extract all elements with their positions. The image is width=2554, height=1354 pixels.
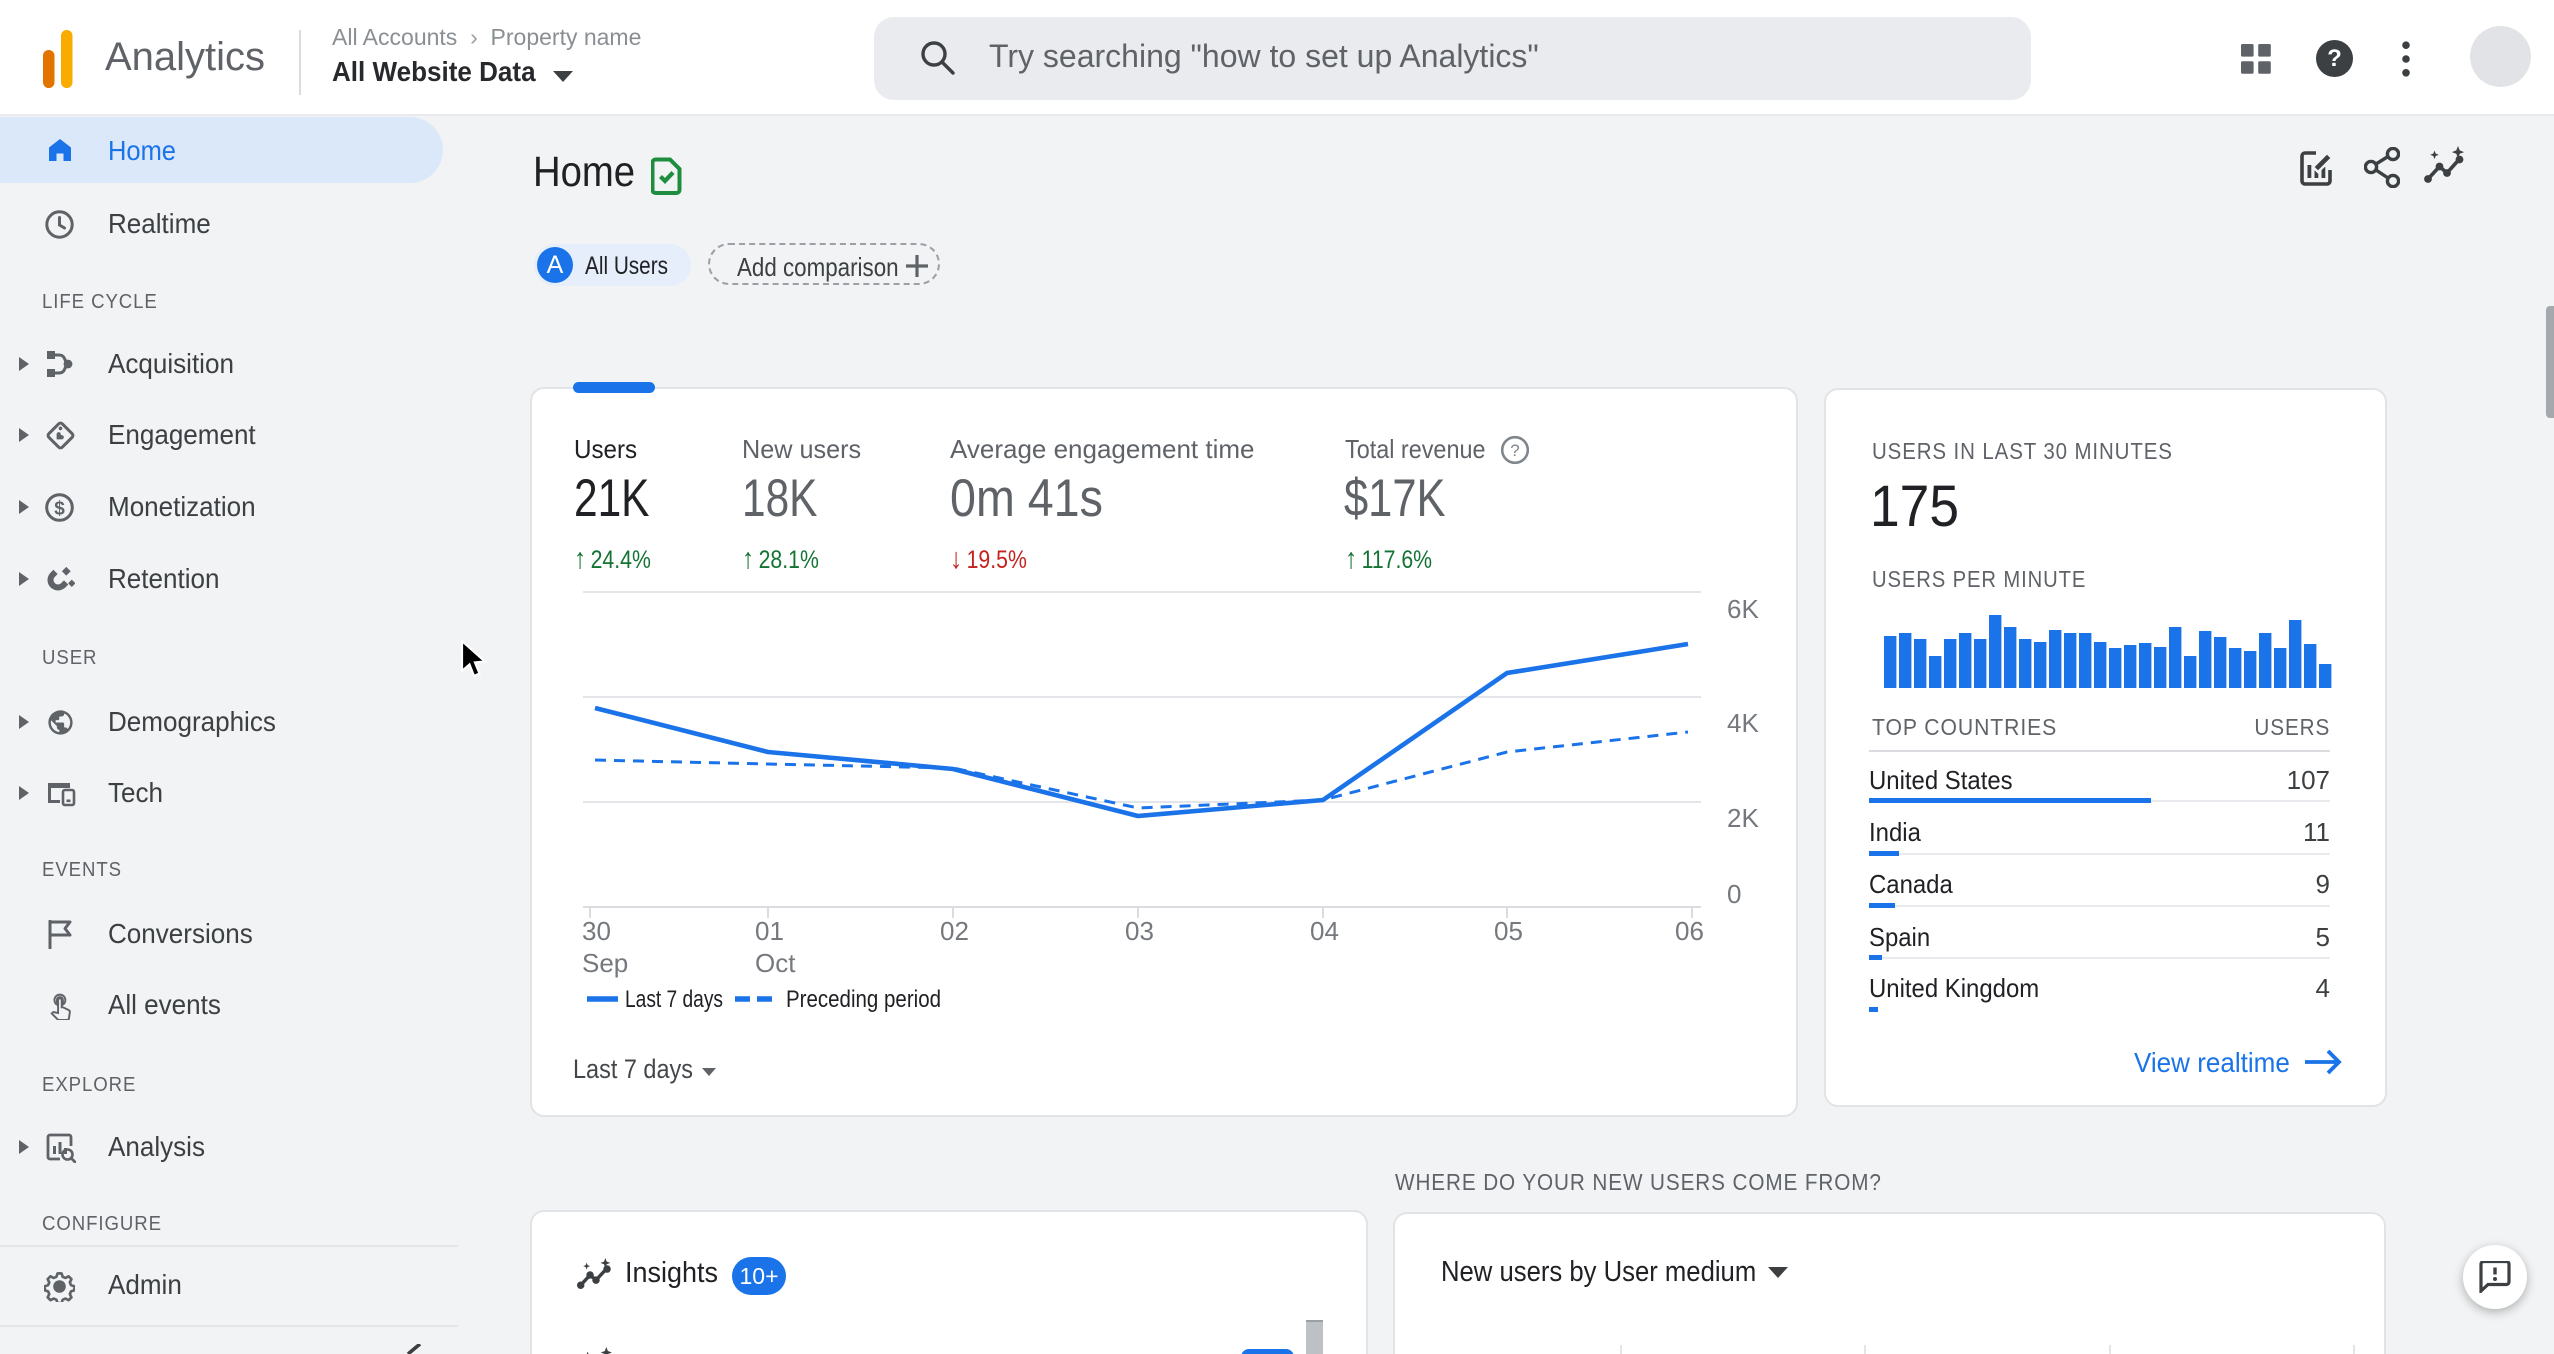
svg-text:0: 0 — [1727, 879, 1741, 909]
svg-text:05: 05 — [1494, 916, 1523, 946]
svg-text:Last 7 days: Last 7 days — [573, 1054, 693, 1084]
svg-text:$: $ — [54, 499, 65, 520]
svg-text:02: 02 — [940, 916, 969, 946]
svg-text:2K: 2K — [1727, 803, 1759, 833]
svg-text:Sep: Sep — [582, 948, 628, 978]
svg-text:03: 03 — [1125, 916, 1154, 946]
svg-text:Last 7 days: Last 7 days — [625, 986, 723, 1013]
svg-text:06: 06 — [1675, 916, 1704, 946]
svg-text:01: 01 — [755, 916, 784, 946]
svg-text:6K: 6K — [1727, 594, 1759, 624]
svg-text:4K: 4K — [1727, 708, 1759, 738]
svg-text:Preceding period: Preceding period — [786, 986, 941, 1013]
svg-text:30: 30 — [582, 916, 611, 946]
svg-text:Oct: Oct — [755, 948, 796, 978]
svg-text:04: 04 — [1310, 916, 1339, 946]
